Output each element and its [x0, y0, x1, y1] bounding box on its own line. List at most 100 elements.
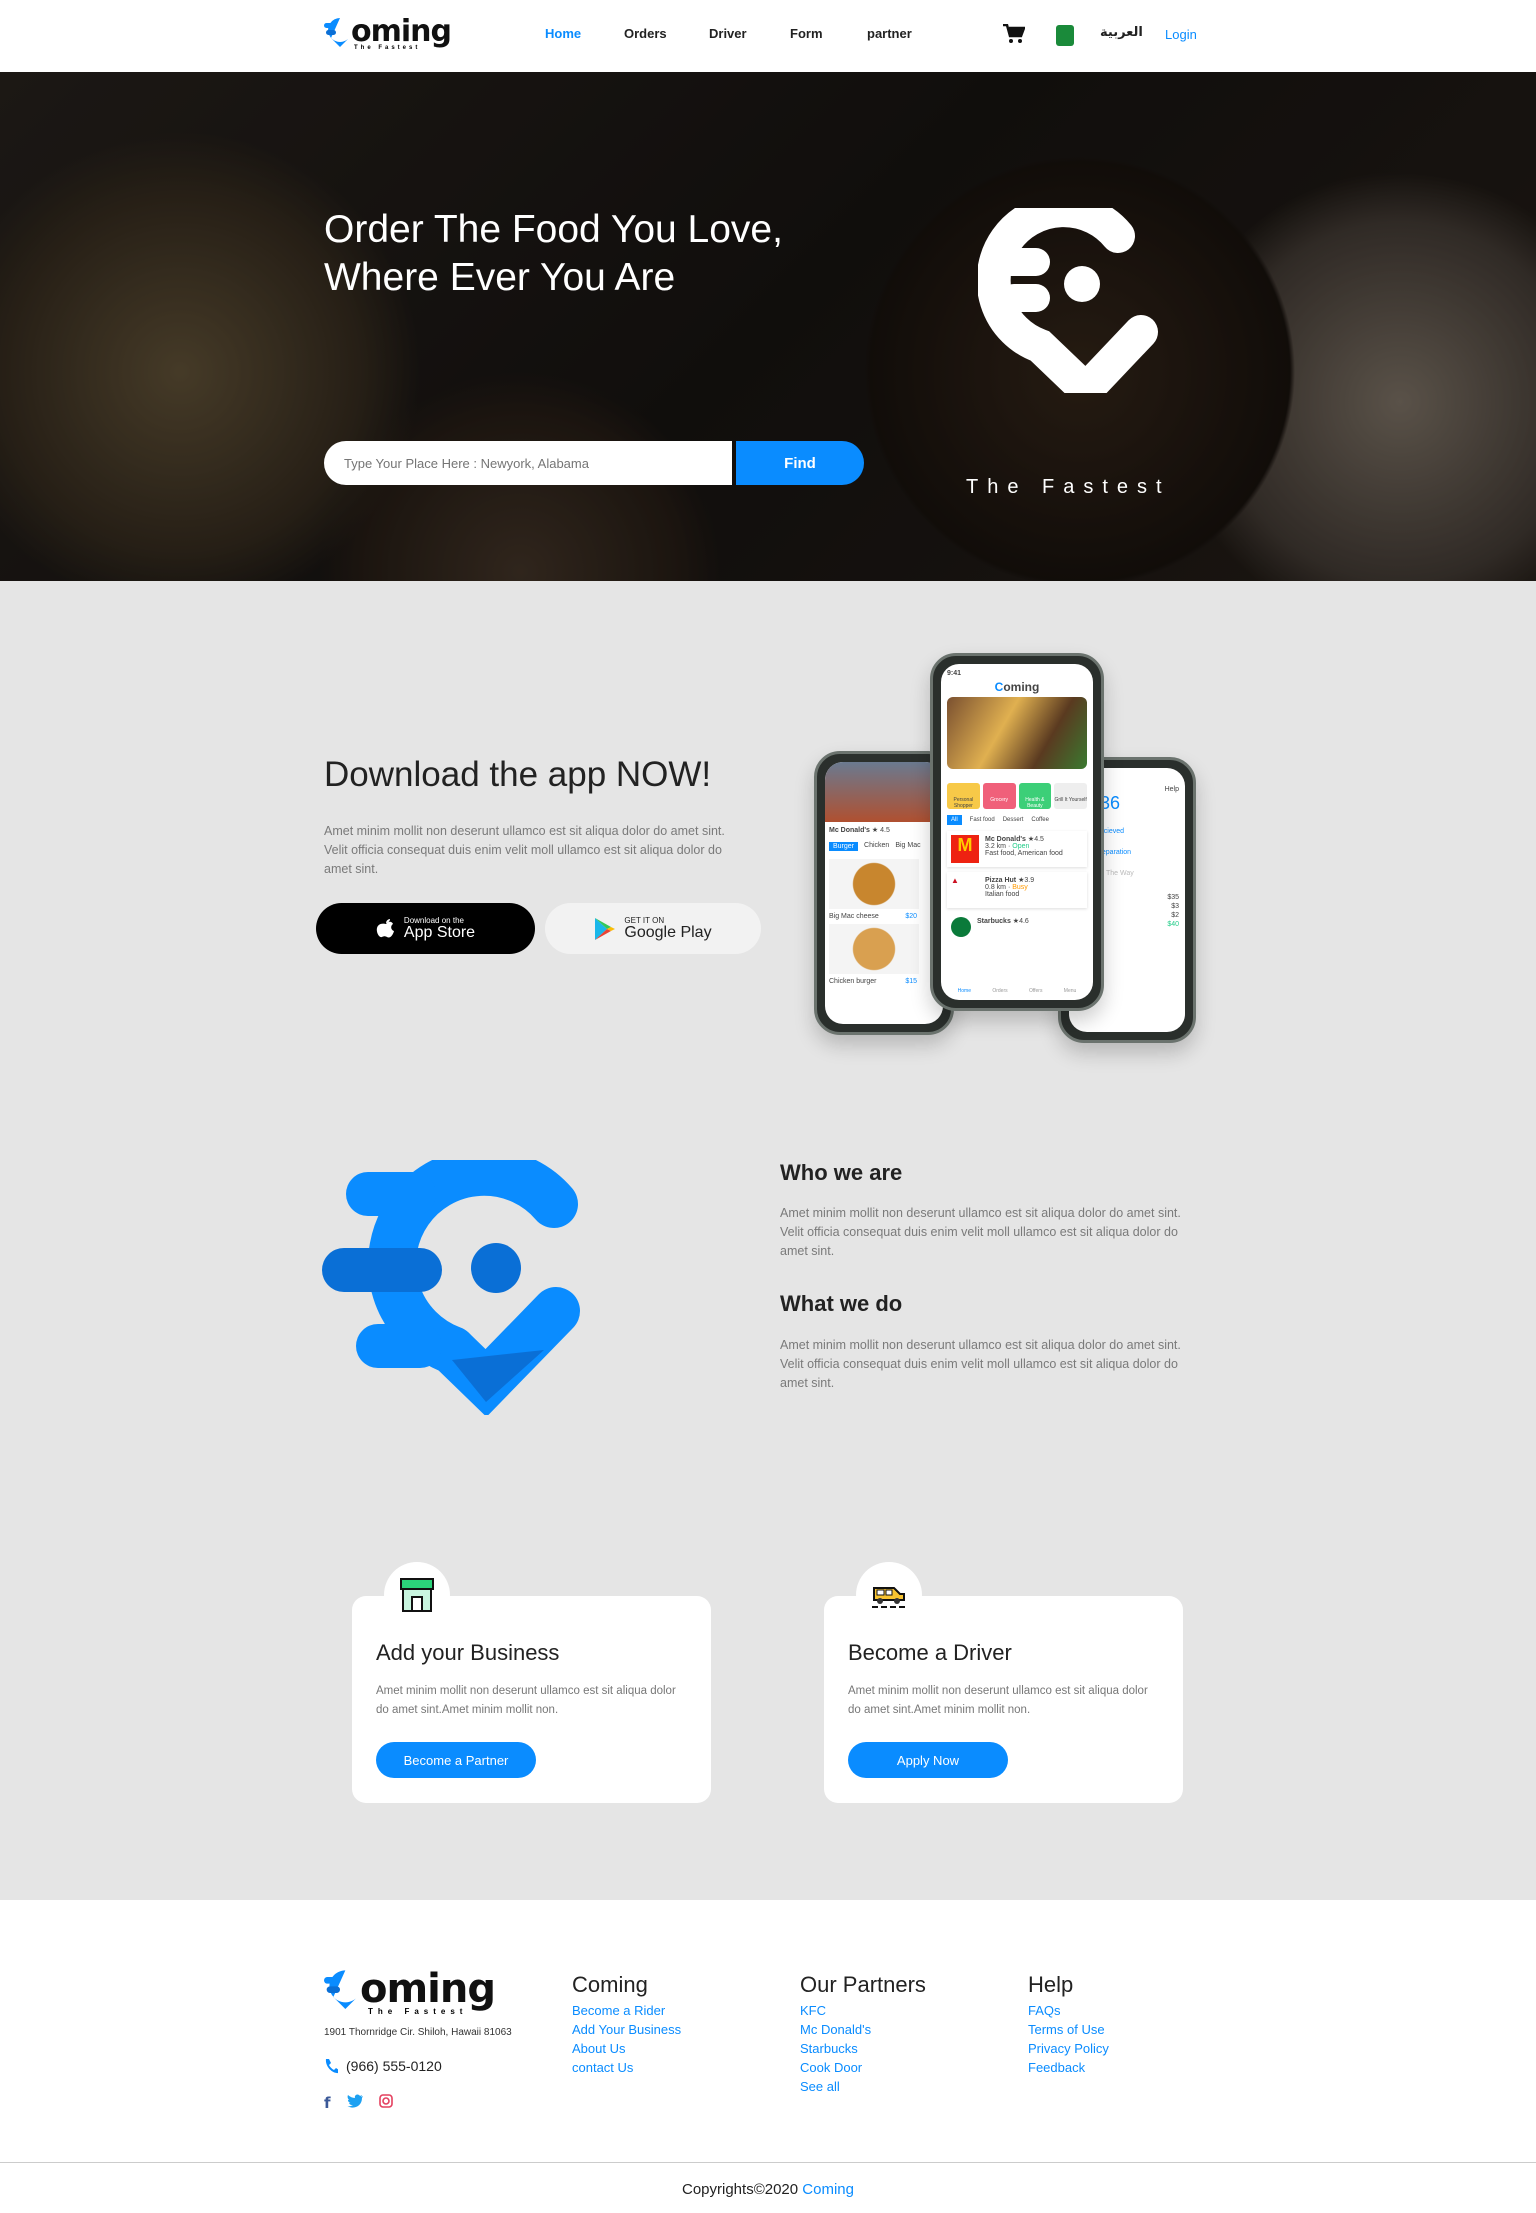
card-title: Become a Driver — [848, 1640, 1012, 1665]
item-name: Big Mac cheese — [829, 913, 879, 920]
big-logo-icon — [322, 1160, 580, 1415]
burger-image — [829, 859, 919, 909]
item-price: $15 — [905, 978, 917, 985]
place-search-input[interactable] — [324, 441, 732, 485]
footer-link[interactable]: Become a Rider — [572, 2003, 681, 2019]
logo[interactable]: oming — [324, 14, 452, 49]
nav-form[interactable]: Form — [790, 26, 823, 41]
footer-col-title-help: Help — [1028, 1972, 1074, 1997]
logo-mark-icon — [324, 1970, 356, 2009]
tab: Orders — [992, 988, 1008, 994]
footer-link[interactable]: About Us — [572, 2041, 681, 2057]
hero-overlay — [0, 72, 1536, 581]
footer-links-help: FAQs Terms of Use Privacy Policy Feedbac… — [1028, 2003, 1109, 2076]
filter-chip: Coffee — [1031, 817, 1049, 823]
store-icon — [384, 1562, 450, 1628]
who-we-are-text: Amet minim mollit non deserunt ullamco e… — [780, 1206, 1181, 1258]
logo-text: oming — [351, 14, 452, 49]
logo-text: oming — [360, 1966, 496, 2012]
footer-link[interactable]: Starbucks — [800, 2041, 871, 2057]
google-play-button[interactable]: GET IT ON Google Play — [545, 903, 761, 954]
tab: Offers — [1028, 988, 1043, 994]
footer-phone[interactable]: (966) 555-0120 — [324, 2058, 442, 2074]
pizza-hut-logo-icon: ▲ — [951, 876, 959, 885]
nav-orders[interactable]: Orders — [624, 26, 667, 41]
tab: Home — [957, 988, 971, 994]
footer-link[interactable]: Mc Donald's — [800, 2022, 871, 2038]
app-logo: oming — [1003, 680, 1040, 694]
download-text: Amet minim mollit non deserunt ullamco e… — [324, 824, 725, 876]
footer-logo[interactable]: oming — [324, 1966, 496, 2012]
chip: Big Mac — [895, 842, 921, 849]
card-title: Add your Business — [376, 1640, 560, 1665]
nav-home[interactable]: Home — [545, 26, 581, 41]
card-text: Amet minim mollit non deserunt ullamco e… — [376, 1685, 676, 1716]
what-we-do-title: What we do — [780, 1291, 903, 1316]
instagram-icon[interactable] — [378, 2094, 393, 2108]
status: Open — [1012, 843, 1030, 850]
copyright-brand-link[interactable]: Coming — [802, 2181, 854, 2198]
footer-link[interactable]: Feedback — [1028, 2060, 1109, 2076]
phone-icon — [325, 2059, 338, 2073]
food-type: Italian food — [985, 891, 1020, 898]
add-business-card: Add your Business Amet minim mollit non … — [352, 1562, 711, 1803]
footer-link[interactable]: Privacy Policy — [1028, 2041, 1109, 2057]
restaurant-banner — [825, 762, 943, 822]
cart-icon[interactable] — [1003, 24, 1025, 44]
facebook-icon[interactable]: f — [324, 2094, 331, 2112]
restaurant-name: Starbucks — [977, 918, 1011, 925]
saudi-flag-icon[interactable] — [1056, 25, 1074, 46]
distance: 0.8 km — [985, 884, 1007, 891]
footer-link[interactable]: Cook Door — [800, 2060, 871, 2076]
status-time: 9:41 — [947, 670, 962, 677]
distance: 3.2 km — [985, 843, 1007, 850]
appstore-big-text: App Store — [403, 924, 476, 941]
phone-mockup-center: 9:41 Coming Personal Shopper Grocery Hea… — [930, 653, 1104, 1011]
apply-now-button[interactable]: Apply Now — [848, 1742, 1008, 1778]
filter-chip: Dessert — [1002, 817, 1024, 823]
footer-col-title-partners: Our Partners — [800, 1972, 926, 1997]
rating: 3.9 — [1024, 877, 1035, 884]
category-tile: Health & Beauty — [1018, 783, 1052, 809]
nav-driver[interactable]: Driver — [709, 26, 747, 41]
nav-partner[interactable]: partner — [867, 26, 912, 41]
burger-image — [829, 924, 919, 974]
content-section — [0, 581, 1536, 1900]
starbucks-logo-icon — [951, 917, 971, 937]
who-we-are-title: Who we are — [780, 1160, 903, 1185]
footer-links-coming: Become a Rider Add Your Business About U… — [572, 2003, 681, 2076]
footer-link[interactable]: Terms of Use — [1028, 2022, 1109, 2038]
apple-icon — [376, 918, 394, 938]
logo-tagline: The Fastest — [368, 2007, 468, 2016]
chip: Chicken — [864, 842, 890, 849]
tab: Menu — [1063, 988, 1077, 994]
app-store-button[interactable]: Download on the App Store — [316, 903, 535, 954]
restaurant-card: ▲ Pizza Hut ★3.9 0.8 km · Busy Italian food — [947, 872, 1087, 908]
card-text: Amet minim mollit non deserunt ullamco e… — [848, 1685, 1148, 1716]
become-driver-card: Become a Driver Amet minim mollit non de… — [824, 1562, 1183, 1803]
footer-link[interactable]: contact Us — [572, 2060, 681, 2076]
footer-link[interactable]: FAQs — [1028, 2003, 1109, 2019]
login-link[interactable]: Login — [1165, 27, 1197, 42]
phone-number: (966) 555-0120 — [346, 2058, 442, 2074]
footer-col-title-coming: Coming — [572, 1972, 648, 1997]
restaurant-card: M Mc Donald's ★4.5 3.2 km · Open Fast food,… — [947, 831, 1087, 867]
google-play-icon — [595, 917, 616, 940]
restaurant-name: Pizza Hut — [985, 877, 1017, 884]
category-tile: Grocery — [982, 783, 1016, 809]
restaurant-name: Mc Donald's — [985, 836, 1026, 843]
footer-link[interactable]: Add Your Business — [572, 2022, 681, 2038]
become-partner-button[interactable]: Become a Partner — [376, 1742, 536, 1778]
twitter-icon[interactable] — [346, 2094, 363, 2108]
rating: 4.5 — [1034, 836, 1044, 843]
footer-link[interactable]: See all — [800, 2079, 871, 2095]
language-switch[interactable]: العربية — [1100, 25, 1143, 40]
footer-link[interactable]: KFC — [800, 2003, 871, 2019]
social-links: f — [324, 2094, 393, 2112]
find-button[interactable]: Find — [736, 441, 864, 485]
hero-logo-icon — [978, 208, 1158, 393]
category-tile: Personal Shopper — [947, 783, 980, 809]
car-icon — [856, 1562, 922, 1628]
download-title: Download the app NOW! — [324, 755, 712, 794]
item-price: $20 — [905, 913, 917, 920]
